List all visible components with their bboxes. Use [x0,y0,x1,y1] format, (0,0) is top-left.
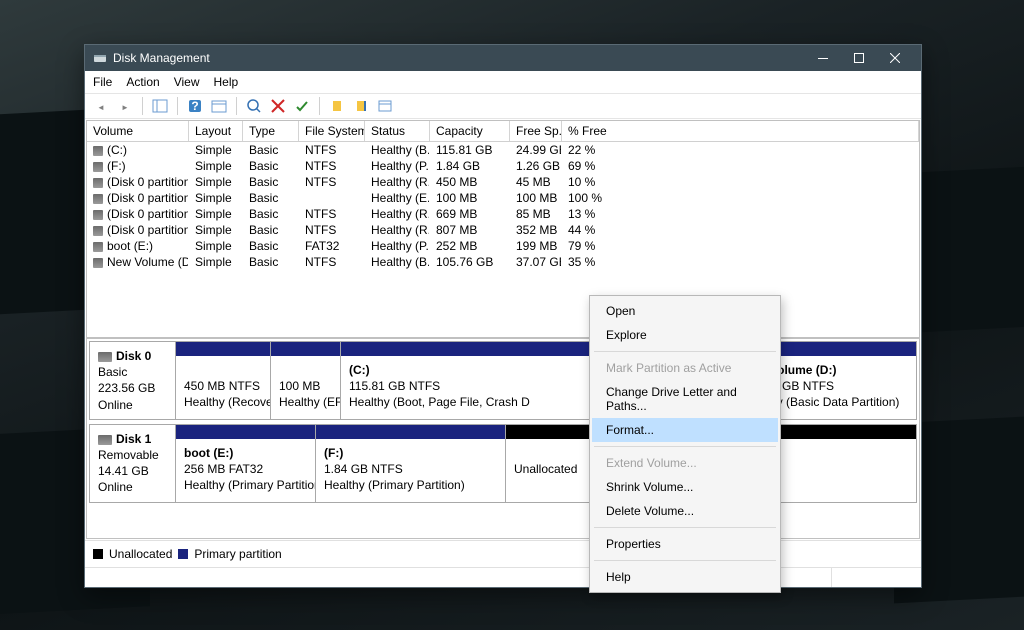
cm-explore[interactable]: Explore [592,323,778,347]
col-filesystem[interactable]: File System [299,121,365,141]
disk-1-label[interactable]: Disk 1 Removable 14.41 GB Online [90,425,176,502]
chevron-right-icon [121,99,129,113]
col-volume[interactable]: Volume [87,121,189,141]
disk-0: Disk 0 Basic 223.56 GB Online 450 MB NTF… [89,341,917,420]
volume-icon [93,162,103,172]
volume-row[interactable]: New Volume (D:)SimpleBasicNTFSHealthy (B… [87,254,919,270]
volume-icon [93,146,103,156]
refresh-button[interactable] [244,96,264,116]
col-pct-free[interactable]: % Free [562,121,919,141]
menu-view[interactable]: View [174,75,200,89]
volume-row[interactable]: (C:)SimpleBasicNTFSHealthy (B...115.81 G… [87,142,919,158]
cm-delete[interactable]: Delete Volume... [592,499,778,523]
context-menu: Open Explore Mark Partition as Active Ch… [589,295,781,593]
content-area: Volume Layout Type File System Status Ca… [86,120,920,539]
legend-primary-label: Primary partition [194,547,281,561]
disk-icon [98,352,112,362]
show-hide-console-tree-button[interactable] [150,96,170,116]
toolbar: ? [85,94,921,119]
help-button[interactable]: ? [185,96,205,116]
delete-button[interactable] [268,96,288,116]
menu-action[interactable]: Action [126,75,159,89]
svg-text:?: ? [191,99,198,113]
cm-help[interactable]: Help [592,565,778,589]
cm-change-letter[interactable]: Change Drive Letter and Paths... [592,380,778,418]
disk-1-part-e[interactable]: boot (E:)256 MB FAT32Healthy (Primary Pa… [176,425,316,502]
col-free[interactable]: Free Sp... [510,121,562,141]
volume-icon [93,210,103,220]
maximize-button[interactable] [841,45,877,71]
legend: Unallocated Primary partition [85,540,921,567]
legend-unallocated-label: Unallocated [109,547,172,561]
disk-management-icon [93,51,107,65]
disk-0-name: Disk 0 [116,349,151,363]
volume-icon [93,258,103,268]
menu-file[interactable]: File [93,75,112,89]
close-button[interactable] [877,45,913,71]
volume-row[interactable]: (Disk 0 partition 5)SimpleBasicNTFSHealt… [87,206,919,222]
disk-1-part-f[interactable]: (F:)1.84 GB NTFSHealthy (Primary Partiti… [316,425,506,502]
disk-1-size: 14.41 GB [98,464,149,478]
disk-1-name: Disk 1 [116,432,151,446]
settings-button[interactable] [209,96,229,116]
titlebar[interactable]: Disk Management [85,45,921,71]
disk-1-state: Online [98,480,133,494]
col-capacity[interactable]: Capacity [430,121,510,141]
window-title: Disk Management [113,51,210,65]
action-button-2[interactable] [351,96,371,116]
volume-icon [93,178,103,188]
volume-icon [93,194,103,204]
disk-1: Disk 1 Removable 14.41 GB Online boot (E… [89,424,917,503]
disk-0-partitions: 450 MB NTFSHealthy (Recovery 100 MBHealt… [176,342,916,419]
disk-1-type: Removable [98,448,159,462]
disk-0-part-2[interactable]: 100 MBHealthy (EFI S [271,342,341,419]
cm-shrink[interactable]: Shrink Volume... [592,475,778,499]
cm-mark-active: Mark Partition as Active [592,356,778,380]
volume-icon [93,226,103,236]
cm-extend: Extend Volume... [592,451,778,475]
volume-row[interactable]: (F:)SimpleBasicNTFSHealthy (P...1.84 GB1… [87,158,919,174]
col-layout[interactable]: Layout [189,121,243,141]
disk-1-partitions: boot (E:)256 MB FAT32Healthy (Primary Pa… [176,425,916,502]
volume-list-body[interactable]: (C:)SimpleBasicNTFSHealthy (B...115.81 G… [87,142,919,337]
volume-row[interactable]: (Disk 0 partition 1)SimpleBasicNTFSHealt… [87,174,919,190]
action-button-1[interactable] [327,96,347,116]
disk-icon [98,435,112,445]
back-button[interactable] [91,96,111,116]
volume-row[interactable]: (Disk 0 partition 2)SimpleBasicHealthy (… [87,190,919,206]
cm-format[interactable]: Format... [592,418,778,442]
volume-list-pane: Volume Layout Type File System Status Ca… [87,121,919,339]
volume-list-header: Volume Layout Type File System Status Ca… [87,121,919,142]
chevron-left-icon [97,99,105,113]
cm-properties[interactable]: Properties [592,532,778,556]
forward-button[interactable] [115,96,135,116]
col-status[interactable]: Status [365,121,430,141]
menubar: File Action View Help [85,71,921,94]
volume-icon [93,242,103,252]
volume-row[interactable]: boot (E:)SimpleBasicFAT32Healthy (P...25… [87,238,919,254]
disk-0-part-1[interactable]: 450 MB NTFSHealthy (Recovery [176,342,271,419]
disk-0-state: Online [98,398,133,412]
properties-button[interactable] [375,96,395,116]
apply-button[interactable] [292,96,312,116]
disk-management-window: Disk Management File Action View Help ? [84,44,922,588]
statusbar-cell-2 [831,568,921,587]
menu-help[interactable]: Help [214,75,239,89]
col-type[interactable]: Type [243,121,299,141]
volume-row[interactable]: (Disk 0 partition 6)SimpleBasicNTFSHealt… [87,222,919,238]
cm-open[interactable]: Open [592,299,778,323]
disk-graphical-pane: Disk 0 Basic 223.56 GB Online 450 MB NTF… [87,339,919,509]
minimize-button[interactable] [805,45,841,71]
statusbar [85,567,921,587]
disk-0-size: 223.56 GB [98,381,155,395]
legend-unallocated-swatch [93,549,103,559]
disk-0-label[interactable]: Disk 0 Basic 223.56 GB Online [90,342,176,419]
disk-0-type: Basic [98,365,127,379]
legend-primary-swatch [178,549,188,559]
